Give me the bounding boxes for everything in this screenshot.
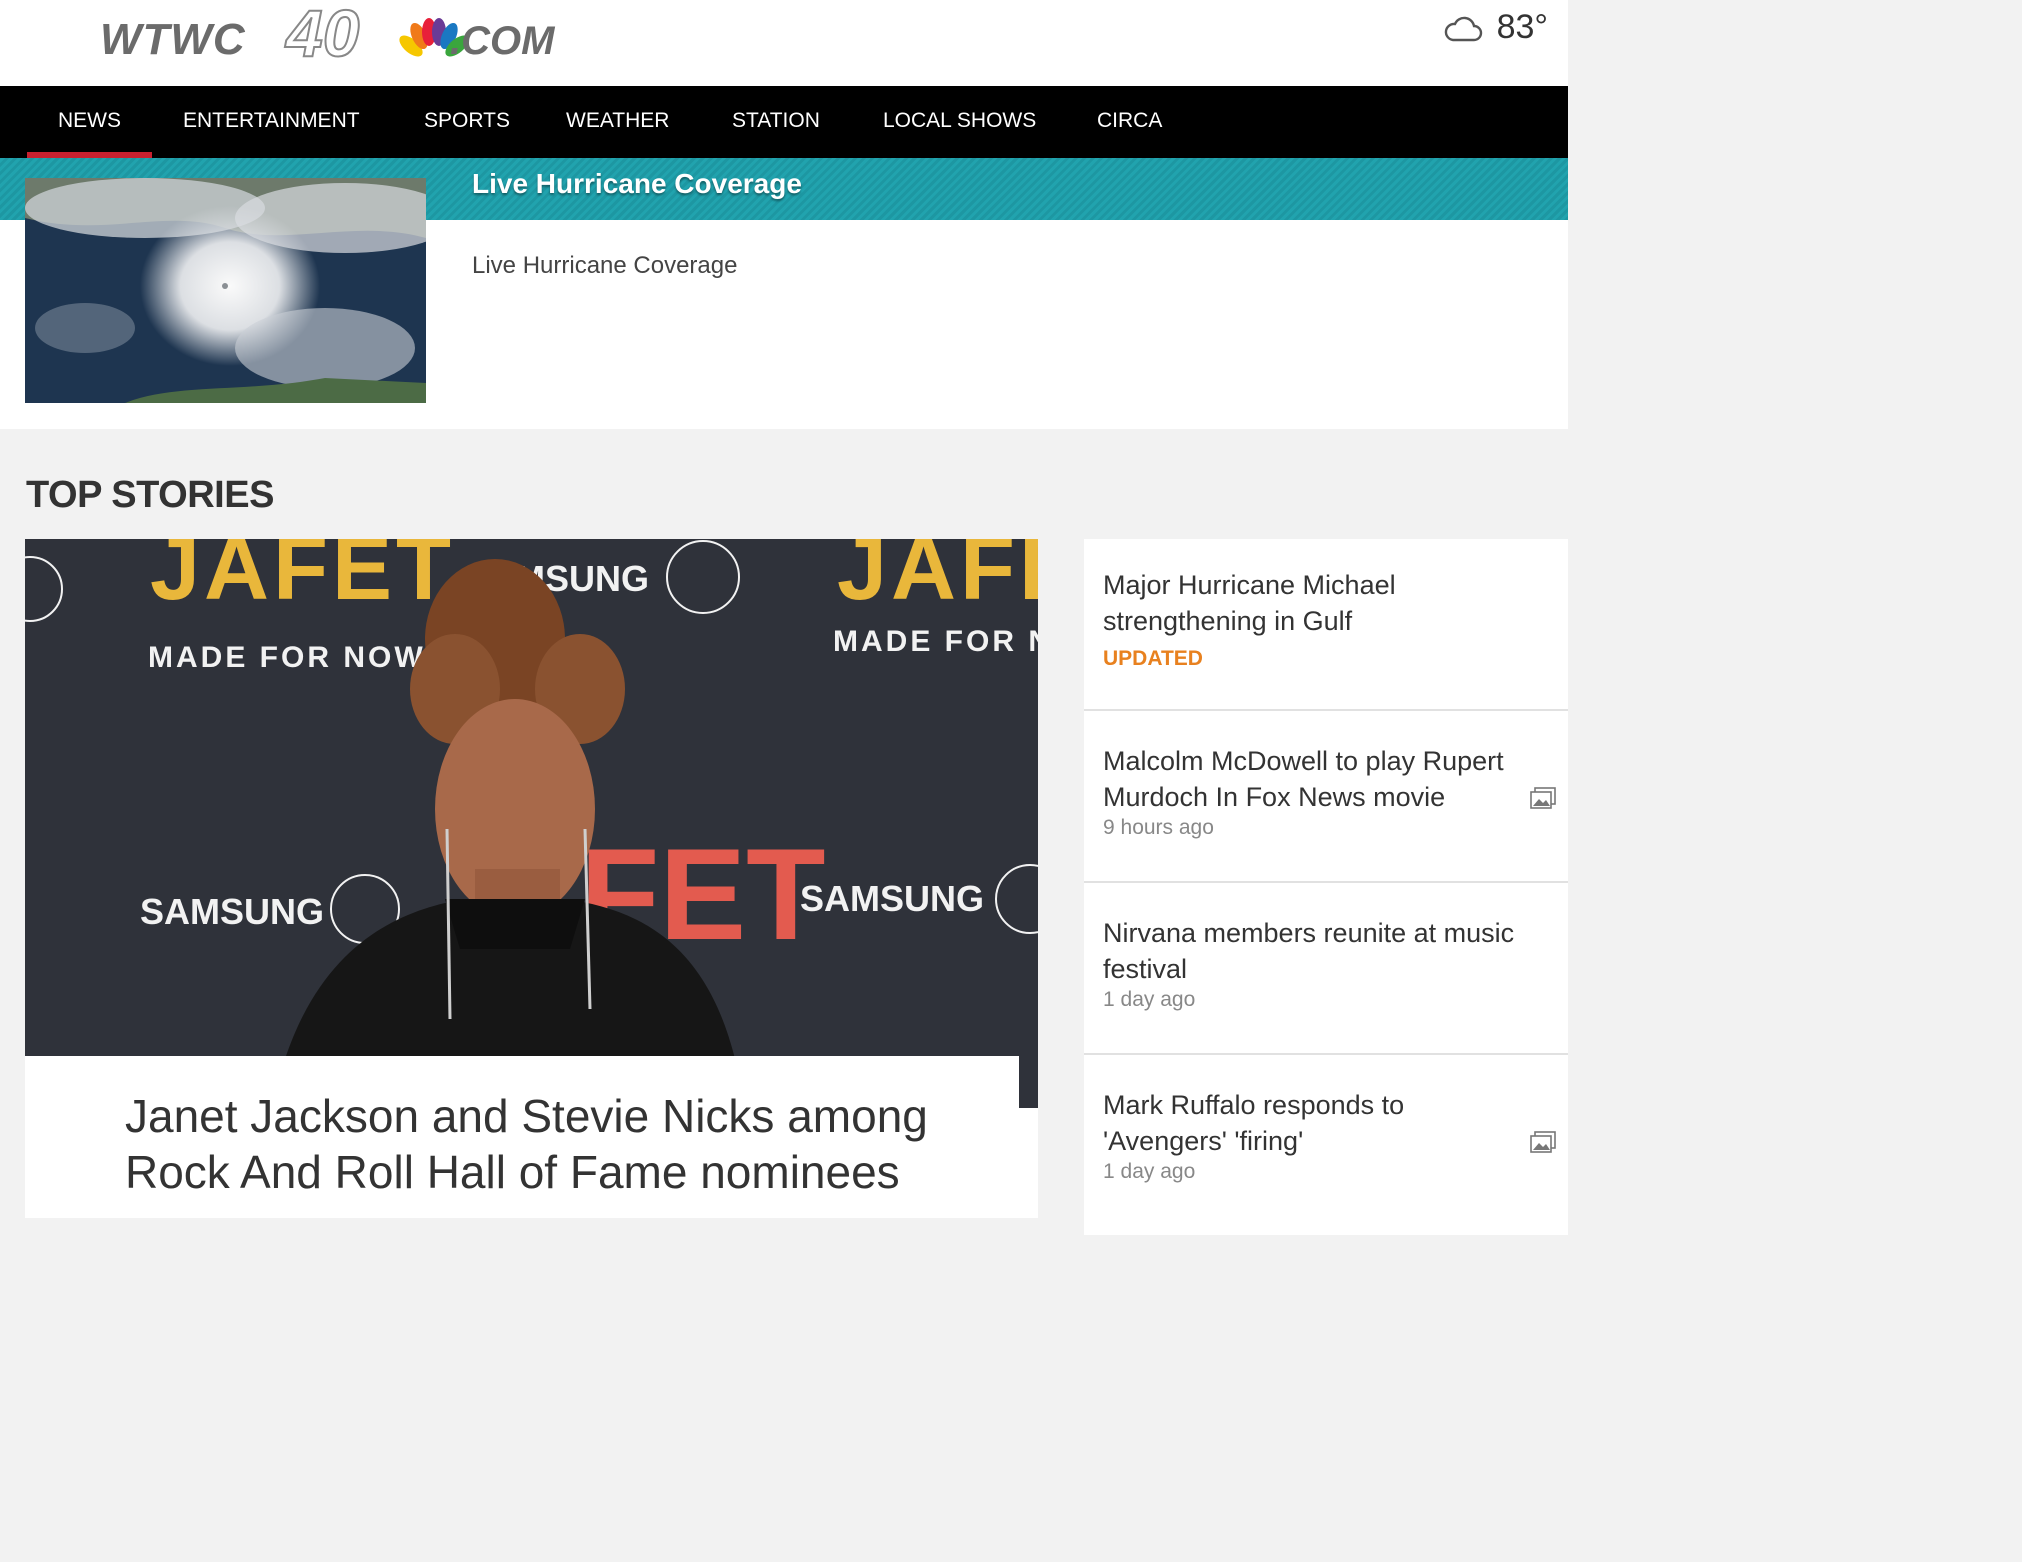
story-updated-badge: UPDATED bbox=[1103, 647, 1203, 670]
story-title[interactable]: Major Hurricane Michael strengthening in… bbox=[1103, 567, 1523, 639]
svg-text:40: 40 bbox=[284, 0, 360, 70]
hero-story-headline[interactable]: Janet Jackson and Stevie Nicks among Roc… bbox=[125, 1088, 1005, 1200]
story-list-item[interactable]: Mark Ruffalo responds to 'Avengers' 'fir… bbox=[1084, 1055, 1568, 1235]
story-list-item[interactable]: Major Hurricane Michael strengthening in… bbox=[1084, 539, 1568, 711]
nav-item-news[interactable]: NEWS bbox=[58, 86, 121, 158]
promo-banner-title[interactable]: Live Hurricane Coverage bbox=[472, 168, 802, 200]
story-timestamp: 9 hours ago bbox=[1103, 816, 1214, 839]
nav-item-entertainment[interactable]: ENTERTAINMENT bbox=[183, 86, 360, 158]
story-list-item[interactable]: Nirvana members reunite at music festiva… bbox=[1084, 883, 1568, 1055]
story-timestamp: 1 day ago bbox=[1103, 988, 1196, 1011]
svg-text:SAMSUNG: SAMSUNG bbox=[140, 891, 324, 932]
svg-text:MADE FOR NOW: MADE FOR NOW bbox=[148, 641, 426, 674]
nav-item-local-shows[interactable]: LOCAL SHOWS bbox=[883, 86, 1036, 158]
hurricane-satellite-image[interactable] bbox=[25, 178, 426, 403]
story-list-item[interactable]: Malcolm McDowell to play Rupert Murdoch … bbox=[1084, 711, 1568, 883]
hero-story-image[interactable]: JAFET MADE FOR NOW JAFET MADE FOR NOW SA… bbox=[25, 539, 1038, 1109]
story-timestamp: 1 day ago bbox=[1103, 1160, 1196, 1183]
cloud-icon bbox=[1444, 16, 1482, 41]
weather-widget[interactable]: 83° bbox=[1443, 8, 1548, 47]
nav-item-station[interactable]: STATION bbox=[732, 86, 820, 158]
svg-text:JAFET: JAFET bbox=[837, 539, 1038, 619]
site-header: WTWC 40 .COM 83° bbox=[0, 0, 1568, 86]
svg-text:.COM: .COM bbox=[450, 19, 556, 63]
svg-text:WTWC: WTWC bbox=[100, 15, 246, 64]
story-title[interactable]: Mark Ruffalo responds to 'Avengers' 'fir… bbox=[1103, 1087, 1523, 1159]
story-title[interactable]: Nirvana members reunite at music festiva… bbox=[1103, 915, 1523, 987]
site-logo[interactable]: WTWC 40 .COM bbox=[100, 0, 570, 70]
svg-text:MADE FOR NOW: MADE FOR NOW bbox=[833, 625, 1038, 658]
promo-description[interactable]: Live Hurricane Coverage bbox=[472, 252, 737, 280]
nav-item-sports[interactable]: SPORTS bbox=[424, 86, 510, 158]
nav-item-circa[interactable]: CIRCA bbox=[1097, 86, 1162, 158]
photo-gallery-icon bbox=[1530, 787, 1556, 809]
main-nav: NEWS ENTERTAINMENT SPORTS WEATHER STATIO… bbox=[0, 86, 1568, 158]
story-title[interactable]: Malcolm McDowell to play Rupert Murdoch … bbox=[1103, 743, 1523, 815]
svg-text:JAFET: JAFET bbox=[150, 539, 455, 619]
weather-temperature: 83° bbox=[1496, 8, 1548, 46]
top-stories-heading: TOP STORIES bbox=[26, 474, 274, 516]
svg-text:SAMSUNG: SAMSUNG bbox=[800, 878, 984, 919]
photo-gallery-icon bbox=[1530, 1131, 1556, 1153]
nav-item-weather[interactable]: WEATHER bbox=[566, 86, 669, 158]
